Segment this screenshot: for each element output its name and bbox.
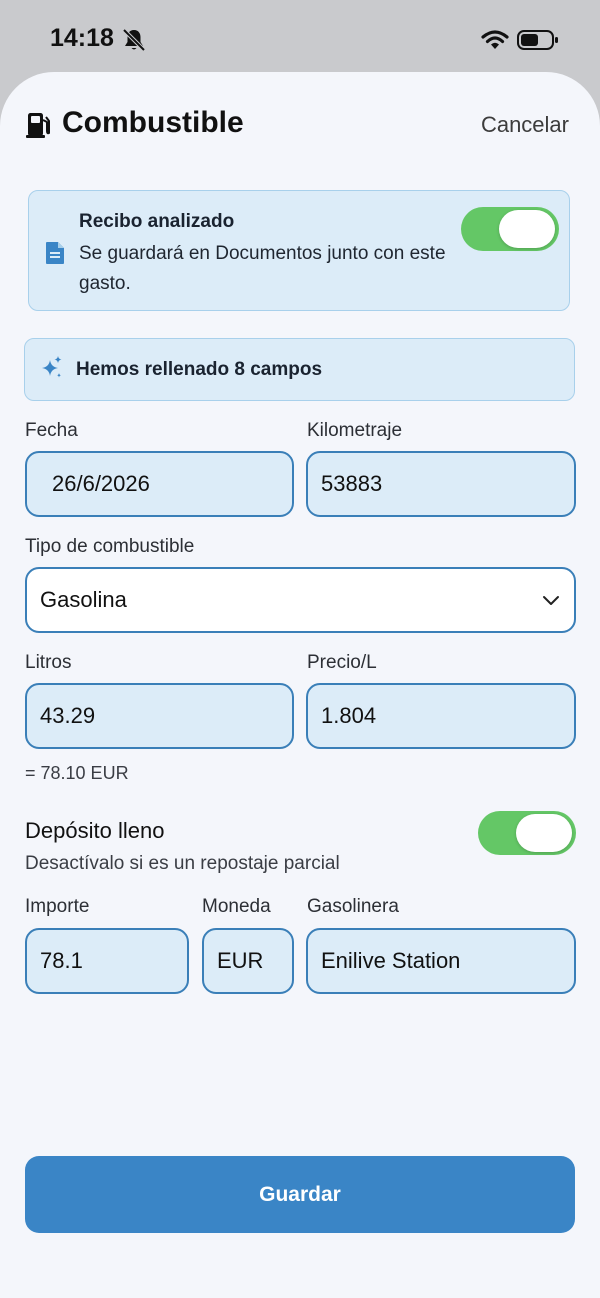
toggle-knob bbox=[516, 814, 572, 852]
price-label: Precio/L bbox=[307, 652, 377, 673]
save-button[interactable]: Guardar bbox=[25, 1156, 575, 1233]
receipt-analyzed-card: Recibo analizado Se guardará en Document… bbox=[28, 190, 570, 311]
page-title: Combustible bbox=[62, 106, 244, 139]
wifi-icon bbox=[481, 30, 509, 49]
toggle-knob bbox=[499, 210, 555, 248]
currency-field[interactable]: EUR bbox=[202, 928, 294, 994]
sparkles-icon bbox=[42, 356, 62, 378]
fuel-expense-sheet: Combustible Cancelar Recibo analizado Se… bbox=[0, 72, 600, 1298]
liters-label: Litros bbox=[25, 652, 72, 673]
fuel-type-select[interactable]: Gasolina bbox=[25, 567, 576, 633]
currency-label: Moneda bbox=[202, 896, 271, 917]
autofill-banner: Hemos rellenado 8 campos bbox=[24, 338, 575, 401]
date-label: Fecha bbox=[25, 420, 78, 441]
status-bar: 14:18 bbox=[0, 0, 600, 72]
station-field[interactable]: Enilive Station bbox=[306, 928, 576, 994]
battery-icon bbox=[517, 30, 558, 50]
price-field[interactable]: 1.804 bbox=[306, 683, 576, 749]
document-icon bbox=[46, 242, 64, 264]
liters-field[interactable]: 43.29 bbox=[25, 683, 294, 749]
fuel-pump-icon bbox=[26, 113, 50, 138]
receipt-card-title: Recibo analizado bbox=[79, 211, 235, 232]
receipt-card-text: Se guardará en Documentos junto con este… bbox=[79, 243, 446, 294]
amount-field[interactable]: 78.1 bbox=[25, 928, 189, 994]
fuel-type-label: Tipo de combustible bbox=[25, 536, 195, 557]
save-receipt-toggle[interactable] bbox=[461, 207, 559, 251]
amount-label: Importe bbox=[25, 896, 90, 917]
full-tank-hint: Desactívalo si es un repostaje parcial bbox=[25, 853, 340, 874]
km-label: Kilometraje bbox=[307, 420, 403, 441]
sheet-header: Combustible Cancelar bbox=[0, 72, 600, 182]
date-field[interactable]: 26/6/2026 bbox=[25, 451, 294, 517]
status-time: 14:18 bbox=[50, 24, 114, 52]
computed-total: = 78.10 EUR bbox=[25, 763, 129, 783]
full-tank-title: Depósito lleno bbox=[25, 818, 165, 843]
fuel-type-value: Gasolina bbox=[40, 587, 127, 612]
full-tank-toggle[interactable] bbox=[478, 811, 576, 855]
autofill-banner-text: Hemos rellenado 8 campos bbox=[76, 359, 323, 380]
chevron-down-icon bbox=[543, 596, 559, 605]
cancel-button[interactable]: Cancelar bbox=[481, 112, 569, 138]
bell-slash-icon bbox=[122, 28, 146, 52]
km-field[interactable]: 53883 bbox=[306, 451, 576, 517]
station-label: Gasolinera bbox=[307, 896, 399, 917]
